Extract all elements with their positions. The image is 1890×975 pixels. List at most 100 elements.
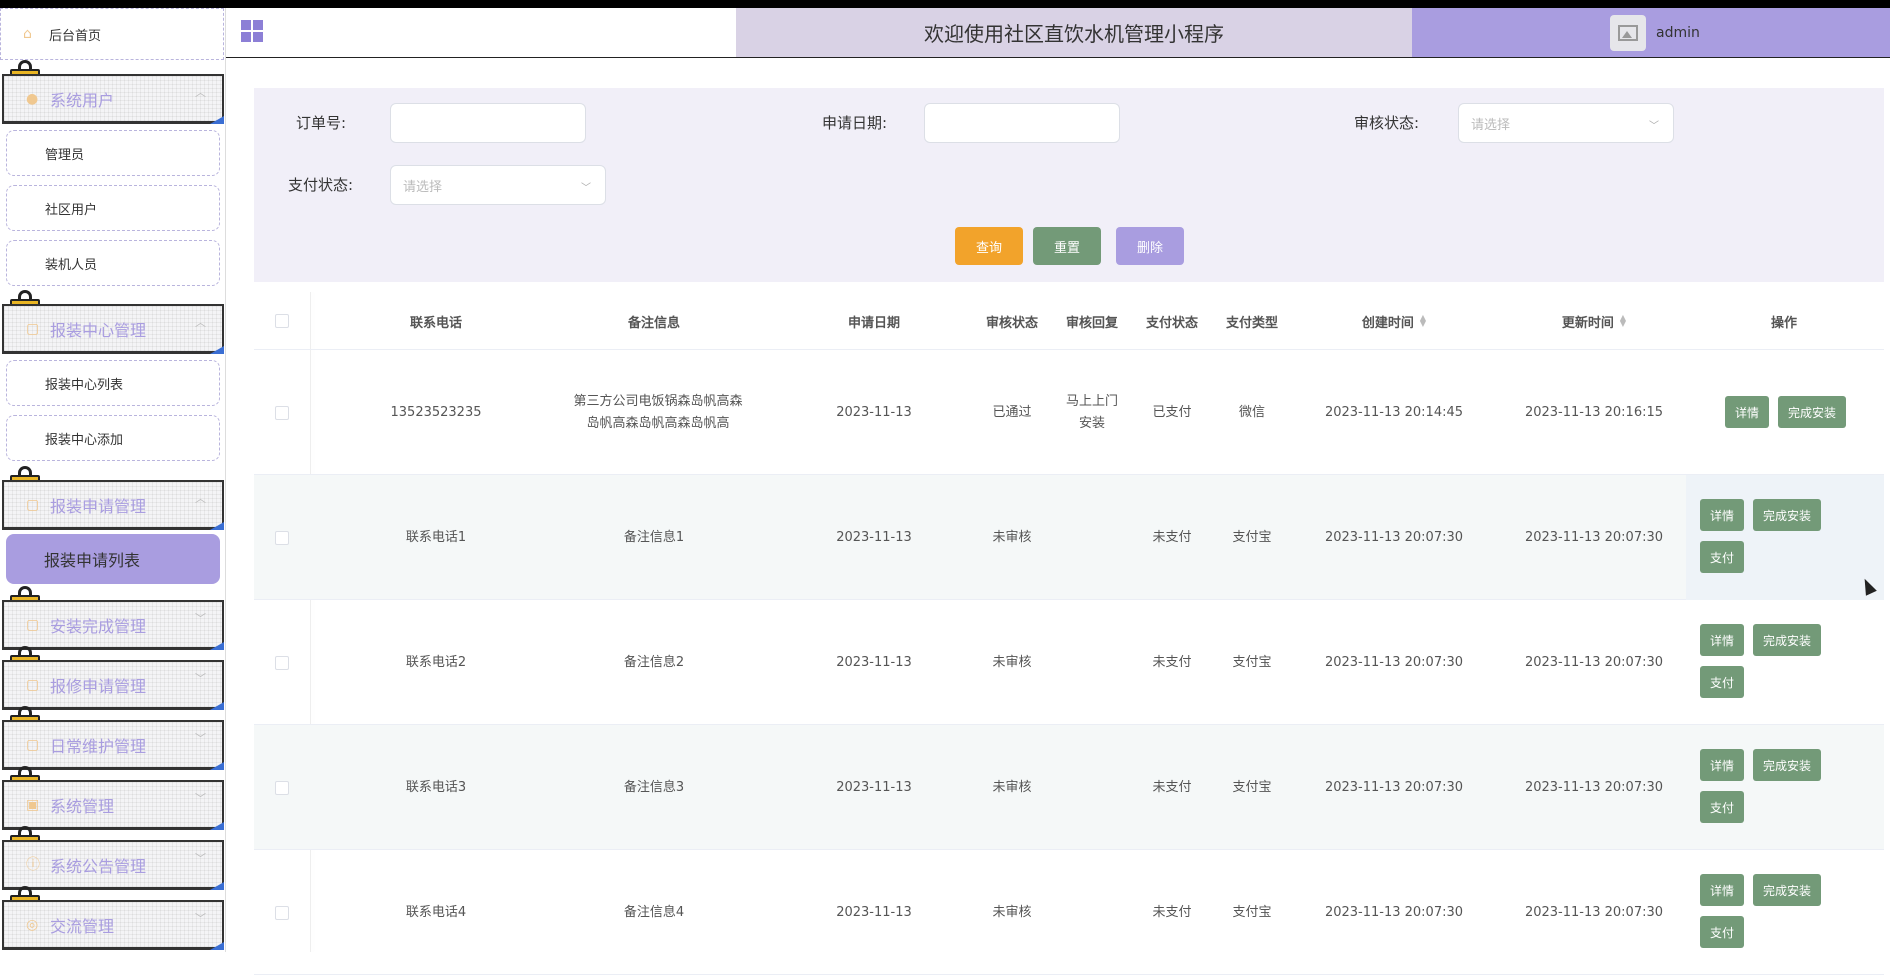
- cell-apply-date: 2023-11-13: [836, 779, 912, 795]
- sidebar-group-label: 系统管理: [50, 796, 115, 816]
- order-number-label: 订单号:: [296, 114, 347, 132]
- row-checkbox[interactable]: [275, 531, 289, 545]
- sidebar-item-label: 报装申请列表: [44, 551, 141, 570]
- query-button[interactable]: 查询: [955, 227, 1023, 265]
- page-title-text: 欢迎使用社区直饮水机管理小程序: [924, 22, 1224, 46]
- pay-status-select[interactable]: 请选择 ﹀: [390, 165, 606, 205]
- column-header-sortable[interactable]: 创建时间 ▲ ▼: [1314, 292, 1474, 350]
- user-menu[interactable]: admin: [1412, 8, 1890, 57]
- detail-button[interactable]: 详情: [1700, 624, 1744, 656]
- select-all-checkbox[interactable]: [275, 314, 289, 328]
- document-icon: ▢: [26, 736, 40, 753]
- sidebar-item-install-center-list[interactable]: 报装中心列表: [6, 360, 220, 406]
- cell-apply-date: 2023-11-13: [836, 654, 912, 670]
- sidebar-group-system-users[interactable]: ● 系统用户 ︿: [2, 74, 224, 124]
- column-header-sortable[interactable]: 更新时间 ▲ ▼: [1514, 292, 1674, 350]
- cell-audit-reply: [1052, 725, 1132, 850]
- sort-icon[interactable]: ▲ ▼: [1620, 314, 1626, 328]
- sidebar-group-install-apply[interactable]: ▢ 报装申请管理 ︿: [2, 480, 224, 530]
- order-number-input[interactable]: [390, 103, 586, 143]
- column-header: 操作: [1770, 315, 1797, 331]
- complete-install-button[interactable]: 完成安装: [1753, 624, 1821, 656]
- table-row: 联系电话4 备注信息4 2023-11-13 未审核 未支付 支付宝 2023-…: [254, 850, 1884, 975]
- column-header: 支付状态: [1145, 315, 1198, 331]
- row-checkbox[interactable]: [275, 906, 289, 920]
- sidebar-item-install-apply-list[interactable]: 报装申请列表: [6, 534, 220, 584]
- pay-button[interactable]: 支付: [1700, 666, 1744, 698]
- sidebar-group-system[interactable]: ▣ 系统管理 ﹀: [2, 780, 224, 830]
- cell-audit-status: 已通过: [992, 404, 1032, 420]
- sidebar-group-announcements[interactable]: ⓘ 系统公告管理 ﹀: [2, 840, 224, 890]
- sidebar-group-label: 报装中心管理: [50, 320, 147, 340]
- sidebar-group-label: 交流管理: [50, 916, 115, 936]
- cell-note: 备注信息1: [623, 529, 685, 545]
- table-header: 联系电话 备注信息 申请日期 审核状态 审核回复 支付状态 支付类型 创建时间 ▲…: [254, 292, 1884, 350]
- apply-date-label: 申请日期:: [822, 114, 888, 132]
- pay-status-label: 支付状态:: [288, 176, 354, 194]
- cell-phone: 13523523235: [390, 404, 482, 420]
- sidebar-group-label: 安装完成管理: [50, 616, 147, 636]
- sidebar-group-label: 报装申请管理: [50, 496, 147, 516]
- sidebar-group-label: 报修申请管理: [50, 676, 147, 696]
- sidebar-item-label: 管理员: [45, 147, 85, 163]
- detail-button[interactable]: 详情: [1700, 499, 1744, 531]
- detail-button[interactable]: 详情: [1700, 874, 1744, 906]
- cell-pay-type: 支付宝: [1232, 904, 1272, 920]
- row-checkbox[interactable]: [275, 781, 289, 795]
- cell-phone: 联系电话4: [405, 904, 467, 920]
- delete-button[interactable]: 删除: [1116, 227, 1184, 265]
- sidebar-home[interactable]: ⌂ 后台首页: [0, 8, 224, 60]
- sidebar-item-installers[interactable]: 装机人员: [6, 240, 220, 286]
- sidebar-group-install-center[interactable]: ▢ 报装中心管理 ︿: [2, 304, 224, 354]
- header-divider: [226, 57, 1890, 58]
- sidebar-group-label: 日常维护管理: [50, 736, 147, 756]
- sidebar-group-install-complete[interactable]: ▢ 安装完成管理 ﹀: [2, 600, 224, 650]
- complete-install-button[interactable]: 完成安装: [1753, 749, 1821, 781]
- sidebar-item-admin[interactable]: 管理员: [6, 130, 220, 176]
- row-checkbox[interactable]: [275, 656, 289, 670]
- document-icon: ▢: [26, 320, 40, 337]
- reset-button[interactable]: 重置: [1033, 227, 1101, 265]
- pay-button[interactable]: 支付: [1700, 541, 1744, 573]
- cell-updated: 2023-11-13 20:07:30: [1524, 654, 1664, 670]
- complete-install-button[interactable]: 完成安装: [1778, 396, 1846, 428]
- cell-created: 2023-11-13 20:14:45: [1324, 404, 1464, 420]
- cell-note: 备注信息4: [623, 904, 685, 920]
- column-header: 审核状态: [985, 315, 1038, 331]
- row-checkbox[interactable]: [275, 406, 289, 420]
- chevron-down-icon: ﹀: [195, 612, 206, 625]
- data-table: 联系电话 备注信息 申请日期 审核状态 审核回复 支付状态 支付类型 创建时间 ▲…: [254, 292, 1884, 975]
- chevron-down-icon: ﹀: [1649, 121, 1659, 132]
- sidebar-item-community-users[interactable]: 社区用户: [6, 185, 220, 231]
- sort-icon[interactable]: ▲ ▼: [1420, 314, 1426, 328]
- complete-install-button[interactable]: 完成安装: [1753, 499, 1821, 531]
- detail-button[interactable]: 详情: [1700, 749, 1744, 781]
- cell-phone: 联系电话1: [405, 529, 467, 545]
- grid-menu-icon[interactable]: [241, 20, 263, 42]
- select-placeholder: 请选择: [1471, 117, 1511, 133]
- cell-note: 备注信息2: [623, 654, 685, 670]
- avatar: [1610, 14, 1646, 51]
- home-icon: ⌂: [23, 26, 32, 42]
- image-icon: ▣: [26, 796, 40, 813]
- sidebar-group-repair-apply[interactable]: ▢ 报修申请管理 ﹀: [2, 660, 224, 710]
- complete-install-button[interactable]: 完成安装: [1753, 874, 1821, 906]
- detail-button[interactable]: 详情: [1725, 396, 1769, 428]
- chevron-down-icon: ﹀: [195, 792, 206, 805]
- cell-audit-reply: [1052, 600, 1132, 725]
- pay-button[interactable]: 支付: [1700, 791, 1744, 823]
- chevron-down-icon: ﹀: [581, 183, 591, 194]
- chevron-down-icon: ﹀: [195, 672, 206, 685]
- pay-button[interactable]: 支付: [1700, 916, 1744, 948]
- cell-audit-reply: [1052, 475, 1132, 600]
- sidebar-item-install-center-add[interactable]: 报装中心添加: [6, 415, 220, 461]
- document-icon: ▢: [26, 676, 40, 693]
- cell-phone: 联系电话3: [405, 779, 467, 795]
- page-title: 欢迎使用社区直饮水机管理小程序: [736, 8, 1412, 57]
- sidebar-group-maintenance[interactable]: ▢ 日常维护管理 ﹀: [2, 720, 224, 770]
- audit-status-select[interactable]: 请选择 ﹀: [1458, 103, 1674, 143]
- table-row: 联系电话2 备注信息2 2023-11-13 未审核 未支付 支付宝 2023-…: [254, 600, 1884, 725]
- sidebar-group-communication[interactable]: ◎ 交流管理 ﹀: [2, 900, 224, 950]
- apply-date-input[interactable]: [924, 103, 1120, 143]
- chat-icon: ◎: [26, 916, 39, 933]
